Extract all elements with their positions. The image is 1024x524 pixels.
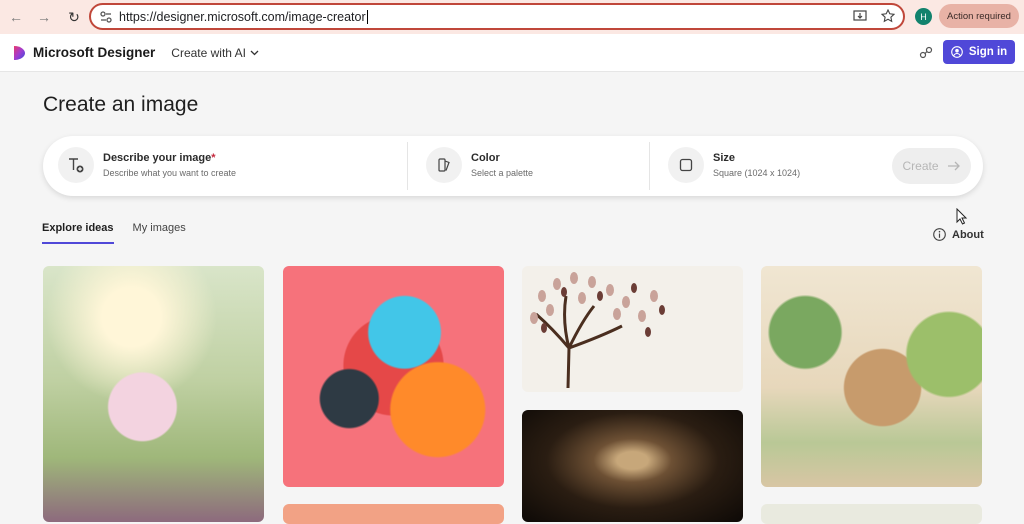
color-sub: Select a palette	[471, 168, 534, 178]
sign-in-button[interactable]: Sign in	[943, 40, 1015, 64]
palette-icon	[426, 147, 462, 183]
mouse-pointer-icon	[956, 208, 968, 225]
divider	[649, 142, 650, 190]
tab-bar: Explore ideas My images	[42, 222, 186, 244]
profile-avatar[interactable]: H	[915, 8, 932, 25]
color-label: Color	[471, 152, 500, 164]
create-with-ai-menu[interactable]: Create with AI	[171, 46, 259, 60]
tab-explore-ideas[interactable]: Explore ideas	[42, 222, 114, 244]
describe-label: Describe your image	[103, 152, 212, 164]
sign-in-label: Sign in	[968, 46, 1008, 58]
create-with-ai-label: Create with AI	[171, 45, 246, 60]
user-icon	[950, 46, 963, 58]
gallery-image[interactable]	[761, 504, 982, 524]
size-label: Size	[713, 152, 736, 164]
arrow-right-icon	[947, 161, 960, 171]
divider	[407, 142, 408, 190]
gallery-image-tree[interactable]	[522, 266, 743, 392]
describe-sub: Describe what you want to create	[103, 168, 237, 178]
info-icon	[933, 228, 946, 241]
text-caret	[366, 9, 368, 24]
back-icon[interactable]: ←	[4, 5, 28, 29]
bookmark-star-icon[interactable]	[881, 9, 895, 23]
prompt-bar: Describe your image* Describe what you w…	[43, 136, 983, 196]
tab-my-images[interactable]: My images	[133, 222, 186, 244]
required-mark: *	[211, 152, 216, 164]
color-palette-selector[interactable]: Color Select a palette	[426, 147, 533, 183]
address-bar[interactable]: https://designer.microsoft.com/image-cre…	[89, 3, 905, 30]
gallery-image-parrot[interactable]	[283, 266, 504, 487]
share-icon[interactable]	[918, 45, 934, 61]
chevron-down-icon	[250, 50, 259, 55]
site-settings-icon[interactable]	[99, 10, 113, 24]
page-title: Create an image	[43, 93, 199, 116]
create-label: Create	[902, 159, 939, 173]
create-button[interactable]: Create	[892, 148, 971, 184]
url-text: https://designer.microsoft.com/image-cre…	[119, 9, 366, 24]
size-selector[interactable]: Size Square (1024 x 1024)	[668, 147, 800, 183]
about-label: About	[952, 228, 984, 241]
describe-image-field[interactable]: Describe your image* Describe what you w…	[58, 147, 236, 183]
forward-icon[interactable]: →	[32, 5, 56, 29]
tree-illustration	[530, 272, 665, 389]
gallery-image-cottage[interactable]	[761, 266, 982, 487]
gallery-image-flower[interactable]	[43, 266, 264, 522]
install-app-icon[interactable]	[853, 9, 867, 23]
designer-logo-icon	[14, 45, 25, 60]
gallery-image[interactable]	[283, 504, 504, 524]
brand-name: Microsoft Designer	[33, 45, 156, 60]
app-header: Microsoft Designer Create with AI Sign i…	[0, 34, 1024, 72]
reload-icon[interactable]: ↻	[62, 5, 86, 29]
browser-toolbar: ← → ↻ https://designer.microsoft.com/ima…	[0, 0, 1024, 34]
action-required-button[interactable]: Action required	[939, 4, 1019, 28]
gallery-image-city[interactable]	[522, 410, 743, 522]
size-sub: Square (1024 x 1024)	[713, 168, 801, 178]
square-icon	[668, 147, 704, 183]
about-button[interactable]: About	[933, 228, 984, 241]
text-add-icon	[58, 147, 94, 183]
